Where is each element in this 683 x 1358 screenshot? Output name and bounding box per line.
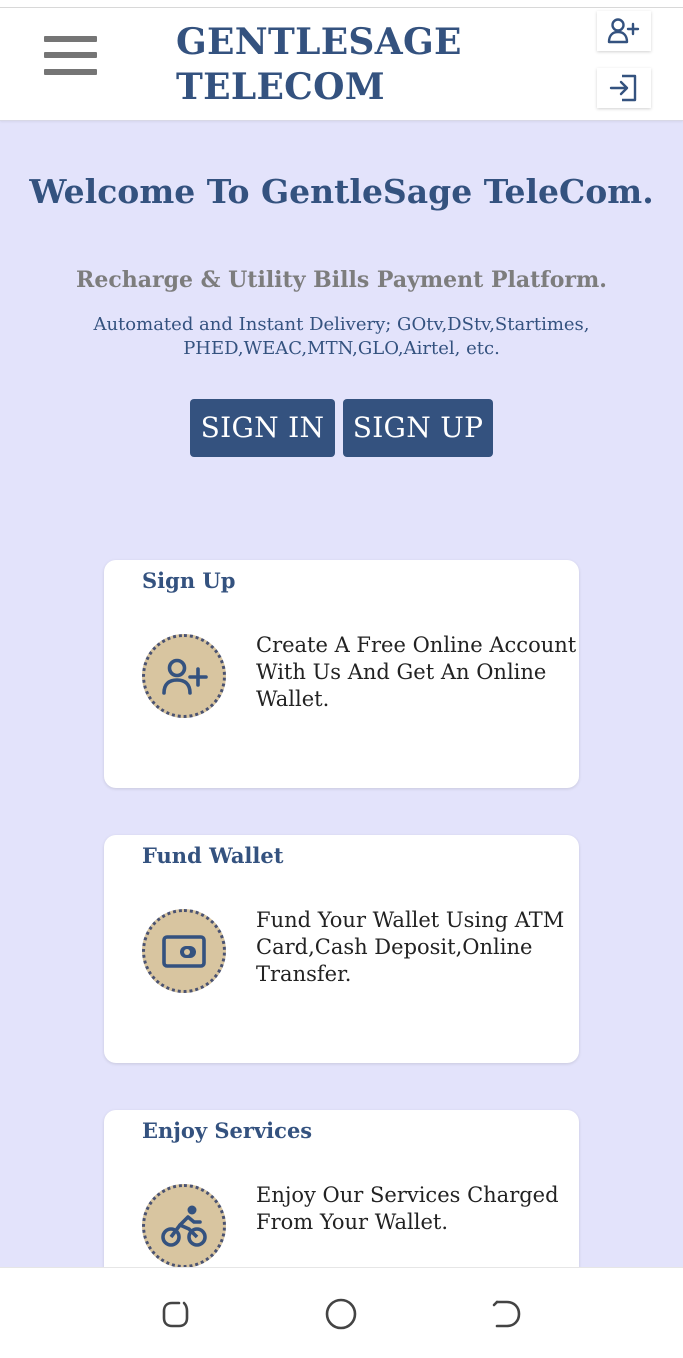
card-text: Fund Your Wallet Using ATM Card,Cash Dep… [256,908,565,986]
wallet-icon [142,909,226,993]
sign-up-button[interactable]: SIGN UP [343,399,493,457]
brand-logo-text[interactable]: GENTLESAGE TELECOM [176,20,506,110]
card-title: Fund Wallet [142,843,284,868]
welcome-heading: Welcome To GentleSage TeleCom. [29,172,654,211]
signup-card: Sign Up Create A Free Online Account Wit… [104,560,579,788]
card-title: Sign Up [142,568,236,593]
brand-line-1: GENTLESAGE [176,21,462,63]
brand-line-2: TELECOM [176,66,385,108]
user-plus-icon [142,634,226,718]
service-description: Automated and Instant Delivery; GOtv,DSt… [93,314,590,359]
app-header: GENTLESAGE TELECOM [0,8,683,121]
card-title: Enjoy Services [142,1118,313,1143]
sign-in-icon[interactable] [597,68,651,108]
fund-wallet-card: Fund Wallet Fund Your Wallet Using ATM C… [104,835,579,1063]
system-nav-bar [0,1267,683,1358]
card-text: Enjoy Our Services Charged From Your Wal… [256,1183,559,1234]
recent-apps-icon[interactable] [158,1296,194,1332]
tagline: Recharge & Utility Bills Payment Platfor… [76,267,607,293]
card-text: Create A Free Online Account With Us And… [256,633,577,711]
status-strip [0,0,683,8]
home-circle-icon[interactable] [323,1296,359,1332]
sign-in-button[interactable]: SIGN IN [190,399,335,457]
hamburger-menu-icon[interactable] [44,36,98,78]
bicycle-rider-icon [142,1184,226,1268]
back-icon[interactable] [488,1296,524,1332]
user-plus-icon[interactable] [597,11,651,51]
